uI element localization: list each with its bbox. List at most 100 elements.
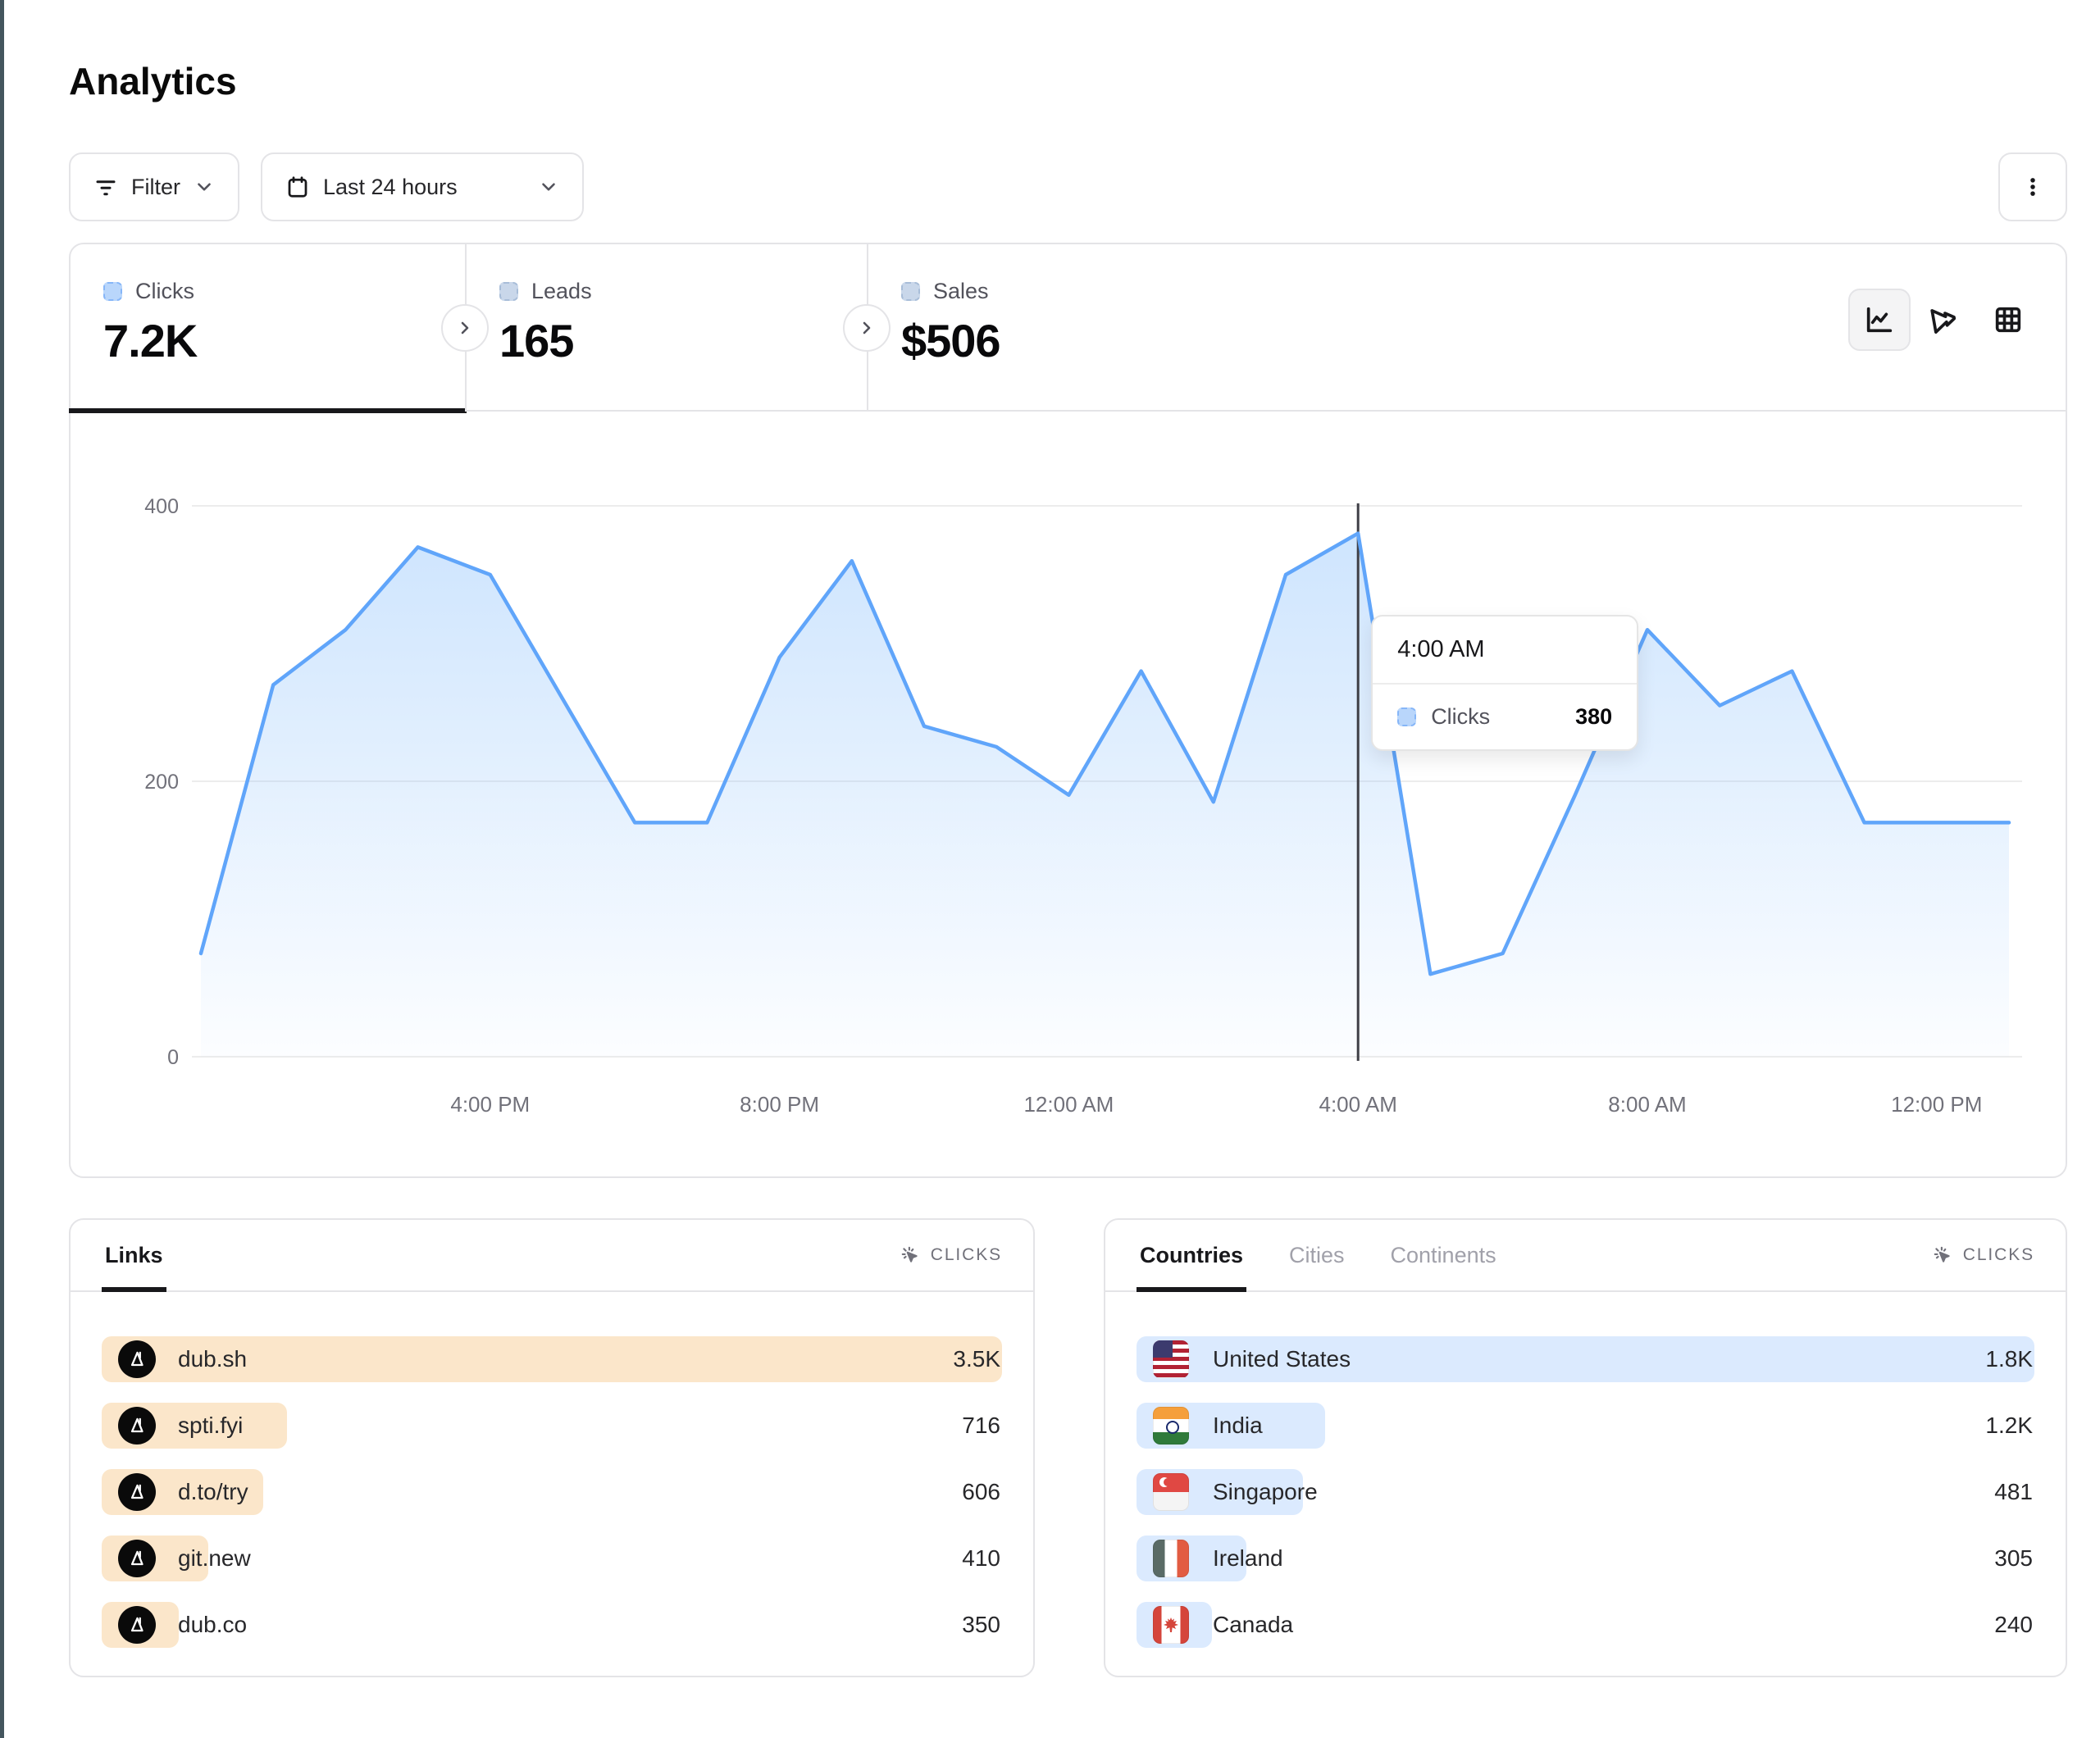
tab-leads[interactable]: Leads 165: [467, 244, 867, 412]
row-label: dub.sh: [178, 1336, 247, 1382]
analytics-page: Analytics Filter Last 24 hours: [0, 0, 2100, 1738]
dub-logo-icon: [118, 1340, 156, 1378]
row-value: 716: [962, 1403, 1000, 1449]
window-edge-strip: [0, 0, 4, 1738]
cities-tab-label: Cities: [1289, 1243, 1345, 1268]
countries-rows: United States1.8K India 1.2K Singapore 481 Ir…: [1105, 1292, 2066, 1648]
tab-cities[interactable]: Cities: [1286, 1220, 1348, 1290]
cursor-click-icon: [900, 1244, 921, 1266]
expand-clicks-button[interactable]: [441, 304, 489, 352]
chart-tooltip: 4:00 AM Clicks 380: [1371, 615, 1638, 751]
tab-links[interactable]: Links: [102, 1220, 166, 1290]
ie-flag-icon: [1153, 1540, 1189, 1577]
links-metric-label: CLICKS: [931, 1245, 1002, 1265]
page-title: Analytics: [69, 59, 237, 103]
filter-button-label: Filter: [131, 175, 180, 200]
countries-metric-toggle[interactable]: CLICKS: [1932, 1244, 2034, 1266]
chevron-right-icon: [857, 318, 877, 338]
line-chart-view-button[interactable]: [1848, 289, 1911, 351]
us-flag-icon: [1153, 1340, 1189, 1378]
table-grid-icon: [1992, 303, 2025, 336]
row-label: Canada: [1213, 1602, 1293, 1648]
links-tab-label: Links: [105, 1243, 163, 1268]
calendar-icon: [285, 175, 310, 199]
row-value: 240: [1994, 1602, 2033, 1648]
links-panel: Links CLICKS dub.sh 3.5K spti.fyi716 d.to/t…: [69, 1218, 1035, 1677]
row-value: 410: [962, 1536, 1000, 1581]
row-value: 606: [962, 1469, 1000, 1515]
links-panel-header: Links CLICKS: [71, 1220, 1033, 1292]
chevron-right-icon: [455, 318, 475, 338]
countries-panel: Countries Cities Continents CLICKS Unite…: [1104, 1218, 2067, 1677]
tab-continents[interactable]: Continents: [1387, 1220, 1500, 1290]
dub-logo-icon: [118, 1540, 156, 1577]
funnel-view-button[interactable]: [1912, 289, 1975, 351]
country-row[interactable]: United States1.8K: [1137, 1336, 2034, 1382]
row-label: India: [1213, 1403, 1263, 1449]
date-range-button[interactable]: Last 24 hours: [261, 152, 584, 221]
tab-countries[interactable]: Countries: [1137, 1220, 1246, 1290]
row-label: Singapore: [1213, 1469, 1318, 1515]
svg-text:8:00 AM: 8:00 AM: [1608, 1092, 1686, 1117]
tab-clicks[interactable]: Clicks 7.2K: [71, 244, 465, 412]
row-value: 305: [1994, 1536, 2033, 1581]
countries-tab-label: Countries: [1140, 1243, 1243, 1268]
svg-text:4:00 AM: 4:00 AM: [1319, 1092, 1396, 1117]
filter-button[interactable]: Filter: [69, 152, 239, 221]
row-value: 350: [962, 1602, 1000, 1648]
row-label: d.to/try: [178, 1469, 248, 1515]
clicks-time-series-chart[interactable]: 02004004:00 PM8:00 PM12:00 AM4:00 AM8:00…: [71, 413, 2066, 1176]
sg-flag-icon: [1153, 1473, 1189, 1511]
funnel-icon: [1927, 303, 1960, 336]
tooltip-time: 4:00 AM: [1373, 616, 1637, 685]
link-row[interactable]: git.new 410: [102, 1536, 1002, 1581]
tooltip-series-swatch: [1397, 707, 1416, 726]
leads-tab-label: Leads: [531, 279, 592, 304]
links-metric-toggle[interactable]: CLICKS: [900, 1244, 1002, 1266]
links-rows: dub.sh 3.5K spti.fyi716 d.to/try 606 git.new 4…: [71, 1292, 1033, 1648]
table-view-button[interactable]: [1977, 289, 2039, 351]
leads-value: 165: [499, 314, 867, 367]
svg-text:12:00 PM: 12:00 PM: [1891, 1092, 1982, 1117]
country-row[interactable]: India 1.2K: [1137, 1403, 2034, 1449]
dub-logo-icon: [118, 1407, 156, 1445]
link-row[interactable]: dub.co 350: [102, 1602, 1002, 1648]
more-options-button[interactable]: [1998, 152, 2067, 221]
row-value: 481: [1994, 1469, 2033, 1515]
tab-sales[interactable]: Sales $506: [868, 244, 1278, 412]
row-label: dub.co: [178, 1602, 247, 1648]
dub-logo-icon: [118, 1606, 156, 1644]
cursor-click-icon: [1932, 1244, 1953, 1266]
country-row[interactable]: Canada 240: [1137, 1602, 2034, 1648]
line-chart-icon: [1863, 303, 1896, 336]
tooltip-value: 380: [1575, 704, 1612, 730]
area-chart-canvas: 02004004:00 PM8:00 PM12:00 AM4:00 AM8:00…: [71, 413, 2066, 1176]
svg-text:12:00 AM: 12:00 AM: [1023, 1092, 1114, 1117]
expand-leads-button[interactable]: [843, 304, 891, 352]
country-row[interactable]: Ireland 305: [1137, 1536, 2034, 1581]
svg-text:0: 0: [167, 1046, 179, 1069]
row-label: git.new: [178, 1536, 251, 1581]
link-row[interactable]: d.to/try 606: [102, 1469, 1002, 1515]
ca-flag-icon: [1153, 1606, 1189, 1644]
svg-text:8:00 PM: 8:00 PM: [740, 1092, 819, 1117]
date-range-label: Last 24 hours: [323, 175, 458, 200]
chevron-down-icon: [194, 176, 215, 198]
clicks-series-swatch: [103, 282, 122, 301]
countries-panel-header: Countries Cities Continents CLICKS: [1105, 1220, 2066, 1292]
row-label: Ireland: [1213, 1536, 1283, 1581]
countries-metric-label: CLICKS: [1963, 1245, 2034, 1265]
row-value: 1.2K: [1985, 1403, 2033, 1449]
link-row[interactable]: spti.fyi716: [102, 1403, 1002, 1449]
tooltip-series-label: Clicks: [1431, 704, 1490, 730]
leads-series-swatch: [499, 282, 518, 301]
clicks-value: 7.2K: [103, 314, 465, 367]
sales-tab-label: Sales: [933, 279, 989, 304]
sales-value: $506: [901, 314, 1278, 367]
svg-text:400: 400: [144, 495, 179, 518]
chevron-down-icon: [538, 176, 559, 198]
row-value: 3.5K: [953, 1336, 1000, 1382]
link-row[interactable]: dub.sh 3.5K: [102, 1336, 1002, 1382]
sales-series-swatch: [901, 282, 920, 301]
country-row[interactable]: Singapore 481: [1137, 1469, 2034, 1515]
